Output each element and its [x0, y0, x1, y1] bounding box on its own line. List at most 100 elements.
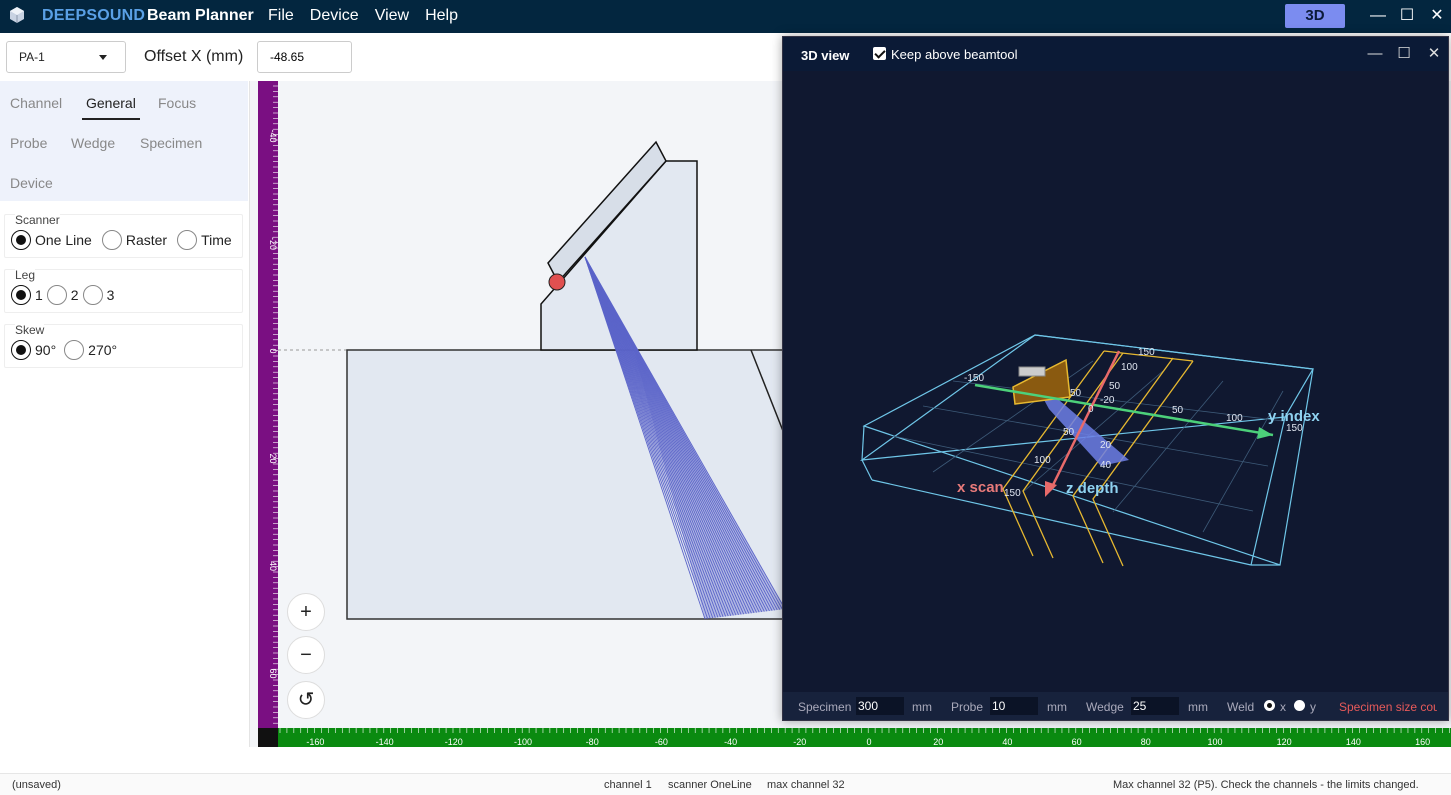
menu-device[interactable]: Device: [310, 7, 359, 25]
wedge-size-input[interactable]: [1131, 697, 1179, 715]
probe-size-label: Probe: [951, 700, 984, 714]
offset-x-label: Offset X (mm): [144, 48, 244, 65]
reset-view-button[interactable]: ↺: [287, 681, 325, 719]
horizontal-tick-label: 60: [1072, 737, 1082, 747]
brand-name: DEEPSOUND: [42, 7, 146, 24]
leg-1-radio[interactable]: [11, 285, 31, 305]
horizontal-tick-label: 0: [866, 737, 871, 747]
settings-panel: Channel General Focus Probe Wedge Specim…: [0, 81, 250, 747]
file-status: (unsaved): [12, 779, 61, 791]
leg-3-label: 3: [106, 287, 115, 303]
horizontal-tick-label: 160: [1415, 737, 1430, 747]
status-bar: (unsaved) channel 1 scanner OneLine max …: [0, 773, 1451, 795]
tick-label: 100: [1034, 455, 1051, 466]
menu-view[interactable]: View: [375, 7, 409, 25]
specimen-unit: mm: [912, 700, 932, 714]
vertical-tick-label: 0: [268, 348, 278, 353]
menu-bar: File Device View Help: [268, 7, 458, 25]
tab-wedge[interactable]: Wedge: [71, 135, 115, 151]
probe-select[interactable]: PA-1: [6, 41, 126, 73]
toolbar: PA-1 Offset X (mm): [0, 33, 782, 81]
zoom-out-button[interactable]: −: [287, 636, 325, 674]
horizontal-tick-label: 120: [1277, 737, 1292, 747]
channel-status: channel 1: [604, 779, 652, 791]
wedge-unit: mm: [1188, 700, 1208, 714]
tab-device[interactable]: Device: [10, 175, 53, 191]
horizontal-tick-label: 100: [1207, 737, 1222, 747]
app-logo-icon: [10, 7, 24, 23]
menu-help[interactable]: Help: [425, 7, 458, 25]
x-axis-arrow-icon: [1045, 481, 1057, 497]
close-icon[interactable]: ✕: [1426, 5, 1448, 27]
tab-specimen[interactable]: Specimen: [140, 135, 202, 151]
tick-label: 50: [1070, 388, 1082, 399]
max-channel-status: max channel 32: [767, 779, 845, 791]
ruler-corner: [258, 728, 278, 747]
horizontal-tick-label: -60: [655, 737, 668, 747]
scanner-options: One Line Raster Time: [11, 230, 242, 250]
horizontal-tick-label: -80: [586, 737, 599, 747]
skew-270-radio[interactable]: [64, 340, 85, 360]
close-icon[interactable]: ✕: [1424, 44, 1444, 64]
skew-90-radio[interactable]: [11, 340, 31, 360]
horizontal-tick-label: 140: [1346, 737, 1361, 747]
maximize-icon[interactable]: ☐: [1394, 44, 1414, 64]
scanner-oneline-radio[interactable]: [11, 230, 31, 250]
tab-probe[interactable]: Probe: [10, 135, 47, 151]
weld-y-label: y: [1310, 700, 1316, 714]
app-title: Beam Planner: [147, 7, 254, 24]
leg-title: Leg: [15, 268, 36, 282]
scanner-status: scanner OneLine: [668, 779, 752, 791]
weld-label: Weld: [1227, 700, 1255, 714]
scanner-title: Scanner: [15, 213, 60, 227]
tick-label: 150: [1004, 488, 1021, 499]
skew-group: Skew 90° 270°: [4, 323, 243, 368]
tab-channel[interactable]: Channel: [10, 95, 62, 111]
scanner-time-radio[interactable]: [177, 230, 198, 250]
3d-view-titlebar: 3D view Keep above beamtool — ☐ ✕: [783, 37, 1448, 71]
minimize-icon[interactable]: —: [1365, 44, 1385, 64]
leg-3-radio[interactable]: [82, 285, 103, 305]
skew-title: Skew: [15, 323, 45, 337]
y-axis-line: [974, 383, 1274, 437]
wedge-size-label: Wedge: [1086, 700, 1124, 714]
tab-general[interactable]: General: [82, 95, 140, 120]
vertical-tick-label: 40: [268, 561, 278, 571]
chevron-down-icon: [99, 55, 107, 60]
status-message: Max channel 32 (P5). Check the channels …: [1113, 779, 1419, 791]
specimen-size-label: Specimen: [798, 700, 852, 714]
horizontal-tick-label: -20: [793, 737, 806, 747]
weld-x-radio[interactable]: [1264, 700, 1275, 711]
tick-label: 100: [1226, 413, 1243, 424]
3d-view-footer: Specimen mm Probe mm Wedge mm Weld x y S…: [783, 692, 1448, 720]
leg-options: 1 2 3: [11, 285, 124, 305]
3d-view-button[interactable]: 3D: [1285, 4, 1345, 28]
vertical-tick-label: -40: [268, 129, 278, 142]
skew-90-label: 90°: [35, 342, 57, 358]
leg-group: Leg 1 2 3: [4, 268, 243, 313]
specimen-warning: Specimen size coul: [1339, 700, 1437, 714]
tick-label: -150: [964, 373, 984, 384]
menu-file[interactable]: File: [268, 7, 294, 25]
scanner-raster-radio[interactable]: [101, 230, 122, 250]
specimen-size-input[interactable]: [856, 697, 904, 715]
tick-label: 50: [1109, 381, 1121, 392]
scanner-time-label: Time: [201, 232, 232, 248]
3d-scene[interactable]: y index x scan z depth -150 50 0 -20 50 …: [783, 71, 1448, 691]
scanner-group: Scanner One Line Raster Time: [4, 213, 243, 258]
horizontal-tick-label: -160: [306, 737, 324, 747]
horizontal-ruler-ticks: -160 -140 -120 -100 -80 -60 -40 -20 0 20 40 60 80 100…: [279, 728, 1450, 747]
maximize-icon[interactable]: ☐: [1396, 5, 1418, 27]
offset-x-input[interactable]: [257, 41, 352, 73]
leg-2-radio[interactable]: [46, 285, 67, 305]
keep-above-checkbox[interactable]: [873, 47, 886, 60]
z-axis-label: z depth: [1066, 480, 1119, 497]
tick-label: 50: [1063, 427, 1075, 438]
weld-y-radio[interactable]: [1294, 700, 1305, 711]
tab-focus[interactable]: Focus: [158, 95, 196, 111]
minimize-icon[interactable]: —: [1367, 5, 1389, 27]
probe-size-input[interactable]: [990, 697, 1038, 715]
title-bar: DEEPSOUND Beam Planner File Device View …: [0, 0, 1451, 33]
zoom-in-button[interactable]: +: [287, 593, 325, 631]
skew-options: 90° 270°: [11, 340, 127, 360]
